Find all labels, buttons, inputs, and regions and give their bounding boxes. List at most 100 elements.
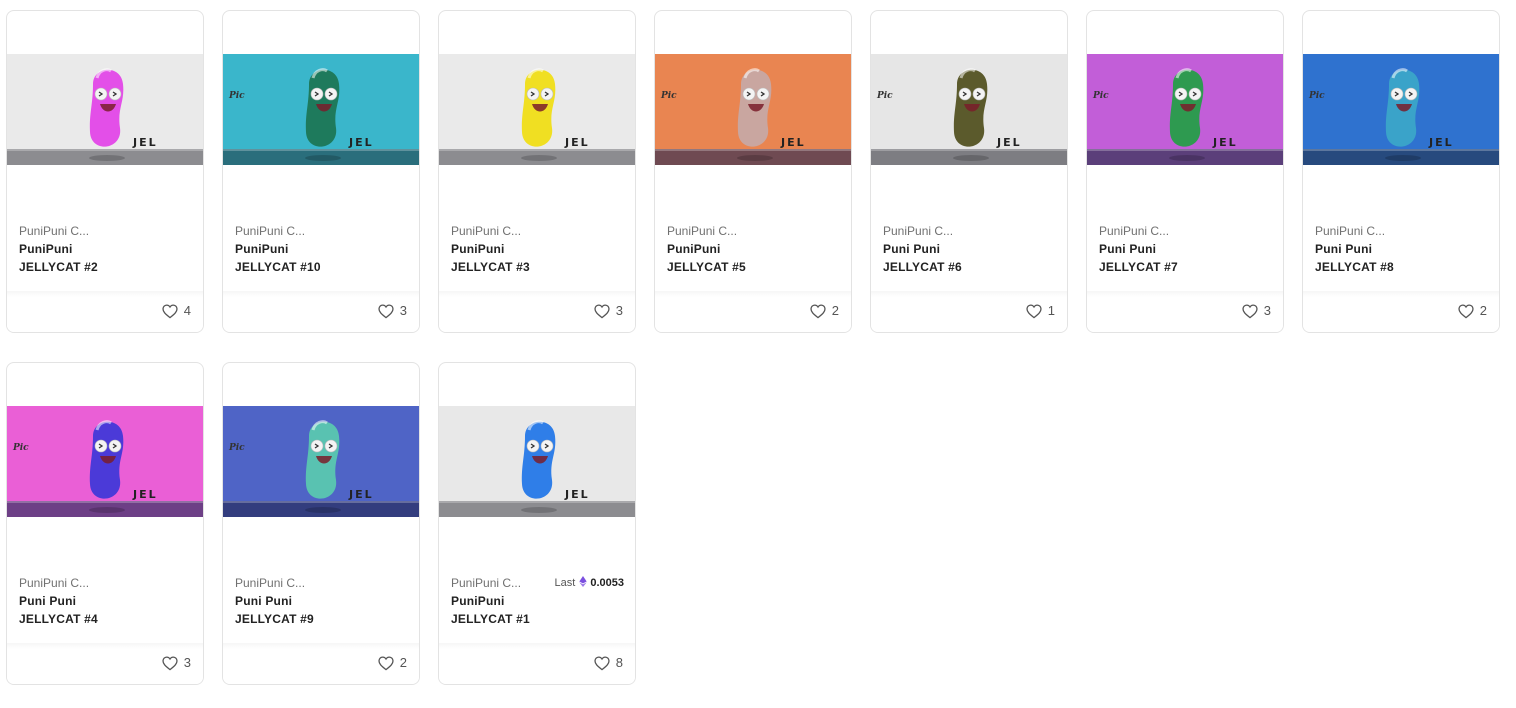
like-button[interactable]: 3 (594, 302, 623, 320)
card-footer: 4 (7, 291, 203, 332)
heart-icon (162, 303, 178, 318)
card-info: PuniPuni C... PuniPuni JELLYCAT #5 (667, 222, 843, 276)
nft-image[interactable]: Pic JEL (223, 406, 419, 517)
nft-image[interactable]: Pic JEL (223, 54, 419, 165)
last-sale-label: Last (554, 577, 576, 589)
card-info: PuniPuni C... PuniPuni JELLYCAT #10 (235, 222, 411, 276)
item-name-line1: PuniPuni (451, 242, 505, 256)
card-info: PuniPuni C... Puni Puni JELLYCAT #7 (1099, 222, 1275, 276)
svg-text:Pic: Pic (660, 91, 677, 101)
nft-card[interactable]: Pic JEL PuniPuni C... Puni Puni JELLYCAT #8 2 (1302, 10, 1500, 333)
collection-name[interactable]: PuniPuni C... (19, 574, 195, 592)
card-info: PuniPuni C... Puni Puni JELLYCAT #4 (19, 574, 195, 628)
jellycat-illustration: Pic JEL (7, 406, 203, 517)
item-name-line2: JELLYCAT #4 (19, 612, 98, 626)
heart-icon (810, 303, 826, 318)
nft-image[interactable]: JEL (439, 406, 635, 517)
nft-card[interactable]: JEL PuniPuni C... PuniPuni JELLYCAT #1 Last 0… (438, 362, 636, 685)
like-button[interactable]: 3 (162, 654, 191, 672)
svg-text:JEL: JEL (780, 136, 806, 149)
like-button[interactable]: 3 (1242, 302, 1271, 320)
nft-card[interactable]: Pic JEL PuniPuni C... PuniPuni JELLYCAT #5 2 (654, 10, 852, 333)
svg-text:JEL: JEL (1212, 136, 1238, 149)
collection-name[interactable]: PuniPuni C... (451, 222, 627, 240)
card-info: PuniPuni C... PuniPuni JELLYCAT #3 (451, 222, 627, 276)
item-name-line1: PuniPuni (19, 242, 73, 256)
card-footer: 1 (871, 291, 1067, 332)
nft-image[interactable]: JEL (439, 54, 635, 165)
collection-name[interactable]: PuniPuni C... (19, 222, 195, 240)
svg-text:JEL: JEL (348, 488, 374, 501)
jellycat-illustration: JEL (439, 406, 635, 517)
jellycat-illustration: Pic JEL (1303, 54, 1499, 165)
like-count: 3 (183, 655, 191, 670)
nft-card[interactable]: Pic JEL PuniPuni C... Puni Puni JELLYCAT #7 3 (1086, 10, 1284, 333)
card-footer: 3 (1087, 291, 1283, 332)
item-name-line2: JELLYCAT #1 (451, 612, 530, 626)
like-button[interactable]: 8 (594, 654, 623, 672)
collection-name[interactable]: PuniPuni C... (235, 574, 411, 592)
heart-icon (378, 303, 394, 318)
like-count: 3 (615, 303, 623, 318)
heart-icon (378, 655, 394, 670)
svg-text:Pic: Pic (876, 91, 893, 101)
svg-text:Pic: Pic (1092, 91, 1109, 101)
card-footer: 8 (439, 643, 635, 684)
like-button[interactable]: 2 (810, 302, 839, 320)
nft-card[interactable]: JEL PuniPuni C... PuniPuni JELLYCAT #3 3 (438, 10, 636, 333)
nft-image[interactable]: Pic JEL (871, 54, 1067, 165)
heart-icon (1026, 303, 1042, 318)
like-count: 8 (615, 655, 623, 670)
item-name-line2: JELLYCAT #6 (883, 260, 962, 274)
svg-text:Pic: Pic (228, 91, 245, 101)
svg-text:JEL: JEL (1428, 136, 1454, 149)
item-name-line2: JELLYCAT #2 (19, 260, 98, 274)
item-name-line1: Puni Puni (1315, 242, 1373, 256)
nft-image[interactable]: Pic JEL (1303, 54, 1499, 165)
nft-card[interactable]: Pic JEL PuniPuni C... Puni Puni JELLYCAT #9 2 (222, 362, 420, 685)
nft-card[interactable]: JEL PuniPuni C... PuniPuni JELLYCAT #2 4 (6, 10, 204, 333)
item-name-line1: PuniPuni (667, 242, 721, 256)
jellycat-illustration: Pic JEL (223, 54, 419, 165)
nft-image[interactable]: Pic JEL (1087, 54, 1283, 165)
like-button[interactable]: 4 (162, 302, 191, 320)
jellycat-illustration: JEL (7, 54, 203, 165)
jellycat-illustration: Pic JEL (223, 406, 419, 517)
collection-name[interactable]: PuniPuni C... (1099, 222, 1275, 240)
like-count: 4 (183, 303, 191, 318)
nft-image[interactable]: Pic JEL (655, 54, 851, 165)
like-count: 3 (1263, 303, 1271, 318)
item-name-line1: Puni Puni (883, 242, 941, 256)
nft-card[interactable]: Pic JEL PuniPuni C... PuniPuni JELLYCAT #10 3 (222, 10, 420, 333)
card-info: PuniPuni C... Puni Puni JELLYCAT #6 (883, 222, 1059, 276)
svg-text:JEL: JEL (132, 136, 158, 149)
like-button[interactable]: 2 (1458, 302, 1487, 320)
jellycat-illustration: Pic JEL (655, 54, 851, 165)
nft-card[interactable]: Pic JEL PuniPuni C... Puni Puni JELLYCAT #6 1 (870, 10, 1068, 333)
item-name-line1: Puni Puni (235, 594, 293, 608)
svg-text:JEL: JEL (348, 136, 374, 149)
heart-icon (594, 303, 610, 318)
heart-icon (162, 655, 178, 670)
like-button[interactable]: 3 (378, 302, 407, 320)
svg-text:Pic: Pic (12, 443, 29, 453)
item-name-line1: PuniPuni (235, 242, 289, 256)
item-name-line2: JELLYCAT #5 (667, 260, 746, 274)
collection-name[interactable]: PuniPuni C... (235, 222, 411, 240)
eth-icon (579, 576, 588, 587)
nft-card[interactable]: Pic JEL PuniPuni C... Puni Puni JELLYCAT #4 3 (6, 362, 204, 685)
nft-image[interactable]: Pic JEL (7, 406, 203, 517)
svg-text:Pic: Pic (1308, 91, 1325, 101)
like-button[interactable]: 2 (378, 654, 407, 672)
card-info: PuniPuni C... PuniPuni JELLYCAT #2 (19, 222, 195, 276)
nft-image[interactable]: JEL (7, 54, 203, 165)
collection-name[interactable]: PuniPuni C... (667, 222, 843, 240)
jellycat-illustration: Pic JEL (871, 54, 1067, 165)
like-count: 1 (1047, 303, 1055, 318)
svg-text:Pic: Pic (228, 443, 245, 453)
like-count: 2 (831, 303, 839, 318)
item-name-line2: JELLYCAT #9 (235, 612, 314, 626)
like-button[interactable]: 1 (1026, 302, 1055, 320)
collection-name[interactable]: PuniPuni C... (1315, 222, 1491, 240)
collection-name[interactable]: PuniPuni C... (883, 222, 1059, 240)
